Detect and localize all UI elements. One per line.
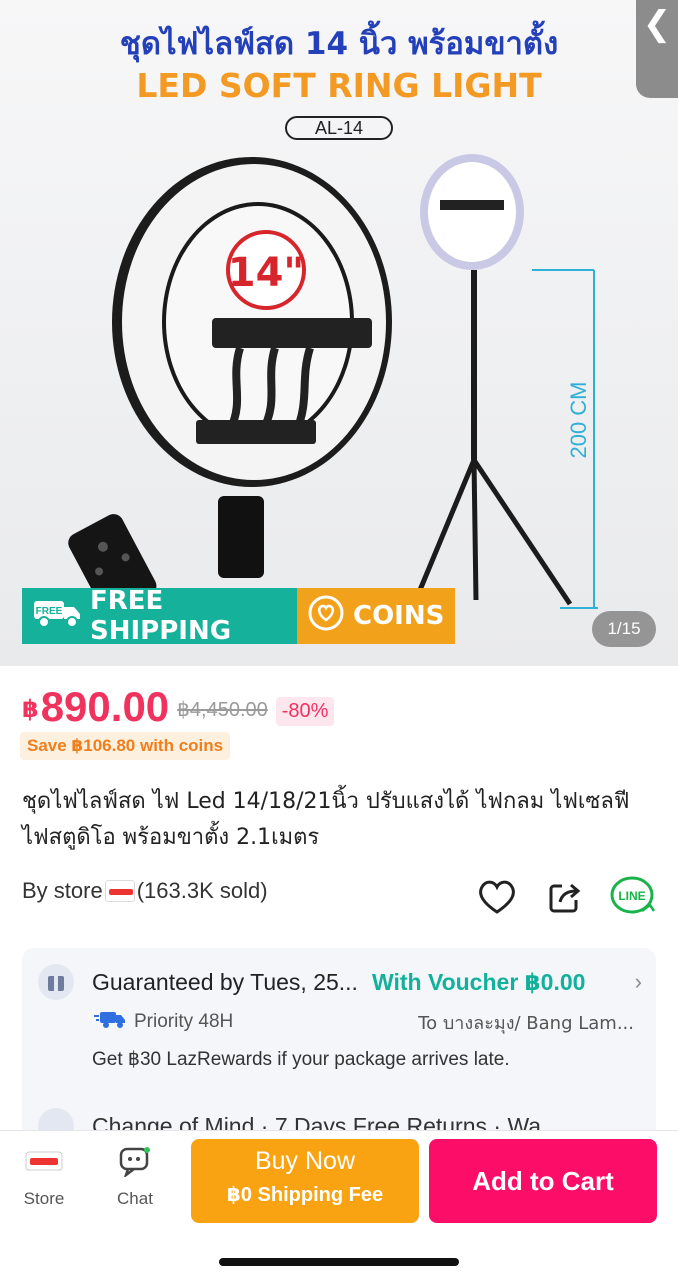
parcel-icon <box>38 964 74 1000</box>
delivery-truck-icon: FREE <box>32 597 82 636</box>
add-to-cart-button[interactable]: Add to Cart <box>429 1139 657 1223</box>
delivery-guarantee: Guaranteed by Tues, 25... <box>92 968 358 995</box>
current-price: 890.00 <box>40 683 170 730</box>
model-badge: AL-14 <box>285 116 393 140</box>
priority-label: Priority 48H <box>134 1011 234 1032</box>
chat-nav-label: Chat <box>117 1189 153 1208</box>
chat-nav-button[interactable]: Chat <box>100 1145 170 1209</box>
coins-badge: COINS <box>297 588 455 644</box>
buy-now-button[interactable]: Buy Now ฿0 Shipping Fee <box>191 1139 419 1223</box>
store-logo-icon <box>104 880 135 902</box>
delivery-card[interactable]: Guaranteed by Tues, 25... With Voucher ฿… <box>22 948 656 1148</box>
chevron-right-icon: › <box>634 969 642 994</box>
coins-label: COINS <box>353 601 445 631</box>
coin-heart-icon <box>307 594 345 639</box>
line-app-icon: LINE <box>610 876 656 914</box>
store-nav-label: Store <box>23 1189 65 1208</box>
chat-icon <box>100 1145 170 1177</box>
free-tag-text: FREE <box>36 606 63 617</box>
hero-title-english: LED SOFT RING LIGHT <box>136 66 542 105</box>
store-logo-icon <box>9 1145 79 1177</box>
product-image-carousel[interactable]: ชุดไฟไลฟ์สด 14 นิ้ว พร้อมขาตั้ง LED SOFT… <box>0 0 678 666</box>
share-icon <box>549 883 581 913</box>
delivery-destination: To บางละมุง/ Bang Lam... <box>418 1012 634 1034</box>
store-nav-button[interactable]: Store <box>9 1145 79 1209</box>
product-title: ชุดไฟไลฟ์สด ไฟ Led 14/18/21นิ้ว ปรับแสงไ… <box>22 789 630 850</box>
heart-icon <box>479 880 515 914</box>
store-prefix: By store <box>22 878 103 903</box>
sold-count: (163.3K sold) <box>136 878 268 903</box>
hero-title-thai: ชุดไฟไลฟ์สด 14 นิ้ว พร้อมขาตั้ง <box>119 26 559 62</box>
price-row: ฿ 890.00 ฿4,450.00 -80% <box>22 683 335 730</box>
home-indicator[interactable] <box>219 1258 459 1266</box>
share-button[interactable] <box>542 874 588 920</box>
buy-now-label: Buy Now <box>254 1147 356 1175</box>
priority-row: Priority 48H To บางละมุง/ Bang Lam... <box>94 1008 634 1036</box>
promo-ribbon: FREE FREE SHIPPING COINS <box>22 586 455 646</box>
back-button[interactable]: ❮ <box>636 0 678 98</box>
lazrewards-note: Get ฿30 LazRewards if your package arriv… <box>92 1049 510 1070</box>
height-label: 200 CM <box>566 381 591 458</box>
size-badge-text: 14" <box>228 250 305 296</box>
delivery-guarantee-row[interactable]: Guaranteed by Tues, 25... With Voucher ฿… <box>38 964 642 1000</box>
fast-delivery-icon <box>94 1009 126 1035</box>
product-actions: LINE <box>452 874 656 920</box>
buy-now-shipping-fee: ฿0 Shipping Fee <box>226 1184 384 1206</box>
chevron-left-icon: ❮ <box>642 5 672 43</box>
image-counter: 1/15 <box>592 611 656 647</box>
free-shipping-label: FREE SHIPPING <box>90 586 232 646</box>
line-share-button[interactable]: LINE <box>610 874 656 920</box>
coin-savings-badge: Save ฿106.80 with coins <box>20 732 231 760</box>
price-currency: ฿ <box>22 696 39 723</box>
line-icon-text: LINE <box>618 889 645 903</box>
store-row[interactable]: By store (163.3K sold) <box>22 878 268 904</box>
discount-badge: -80% <box>275 697 335 726</box>
shipping-voucher: With Voucher ฿0.00 <box>371 968 586 995</box>
wishlist-button[interactable] <box>474 874 520 920</box>
free-shipping-badge: FREE FREE SHIPPING <box>22 586 297 646</box>
original-price: ฿4,450.00 <box>177 699 268 721</box>
